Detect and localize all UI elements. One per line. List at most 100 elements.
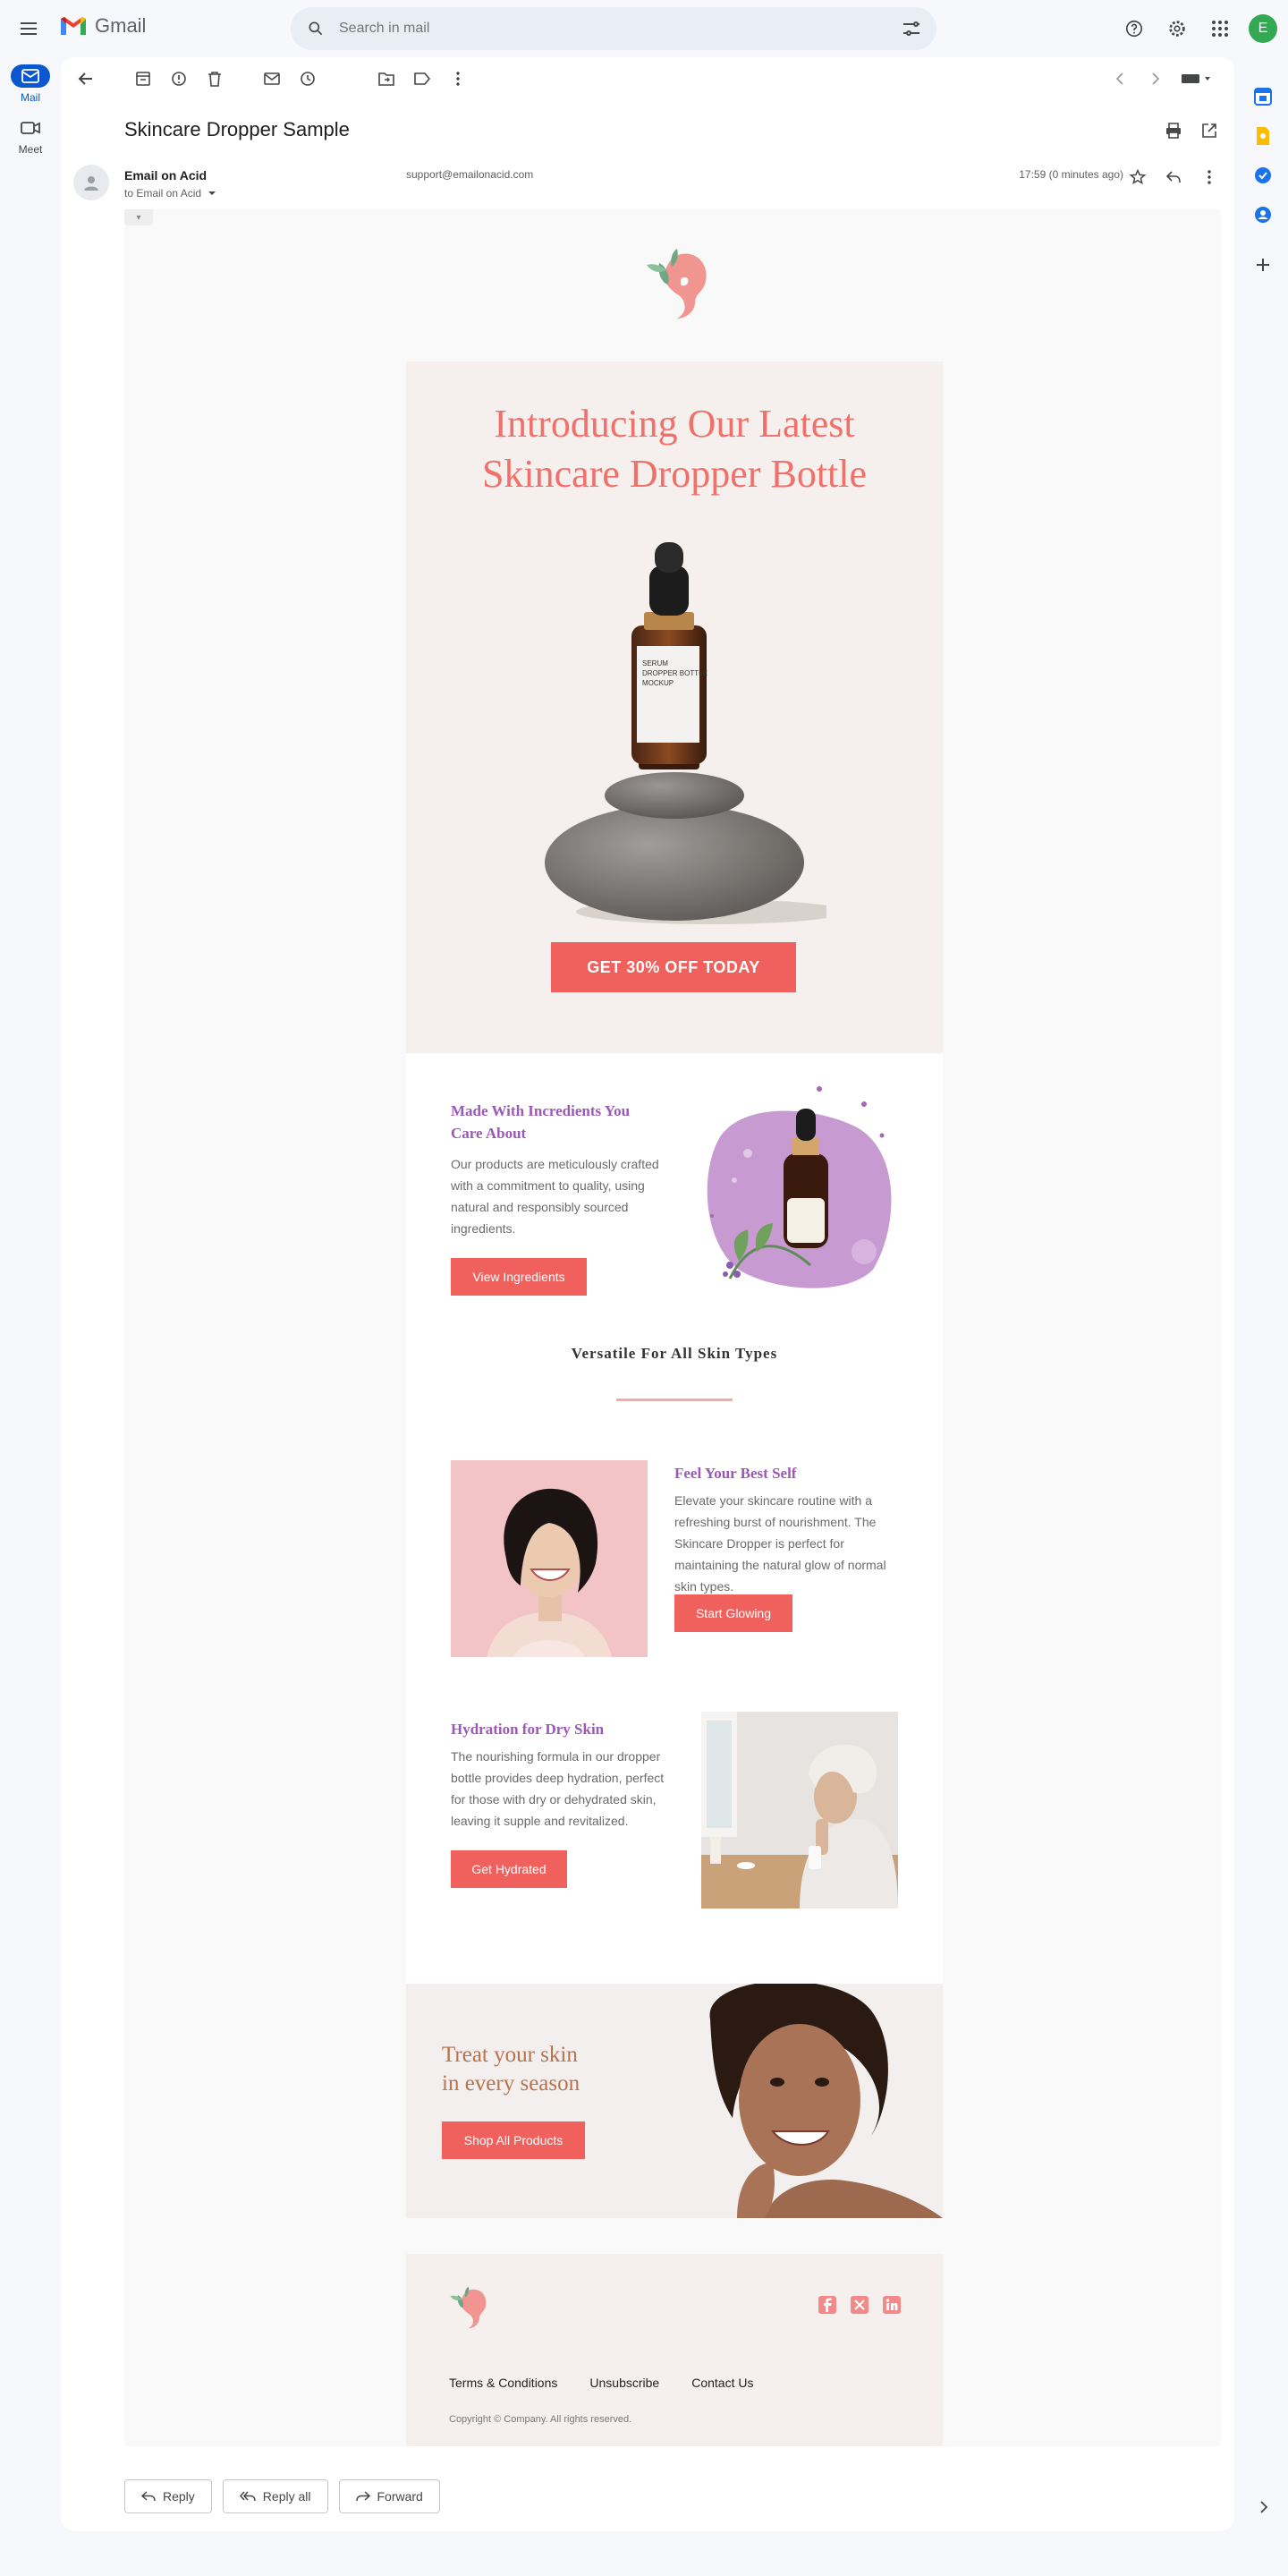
footer-links: Terms & Conditions Unsubscribe Contact U… xyxy=(449,2376,753,2390)
email-body: ▾ Introducing Our Latest Skincare Droppe… xyxy=(124,209,1221,2446)
message-subject: Skincare Dropper Sample xyxy=(124,118,350,140)
dropper-bottle-on-stones-image: SERUM DROPPER BOTTLE MOCKUP xyxy=(545,542,826,924)
facebook-icon[interactable] xyxy=(818,2295,837,2315)
top-bar: Gmail E xyxy=(0,0,1288,57)
input-tools-keyboard-icon[interactable] xyxy=(1174,61,1220,97)
search-bar[interactable] xyxy=(291,7,936,50)
reply-label: Reply xyxy=(163,2489,195,2504)
gmail-logo[interactable]: Gmail xyxy=(59,14,146,38)
reply-actions: Reply Reply all Forward xyxy=(124,2479,440,2513)
video-camera-icon xyxy=(11,116,50,140)
hydration-title: Hydration for Dry Skin xyxy=(451,1721,605,1738)
get-hydrated-button[interactable]: Get Hydrated xyxy=(451,1850,567,1888)
lavender-bottle-illustration xyxy=(707,1086,892,1288)
add-addon-icon[interactable] xyxy=(1252,254,1274,276)
search-input[interactable] xyxy=(339,21,876,37)
contact-us-link[interactable]: Contact Us xyxy=(691,2376,753,2390)
linkedin-icon[interactable] xyxy=(882,2295,902,2315)
newer-chevron-left-icon[interactable] xyxy=(1102,61,1138,97)
main-menu-icon[interactable] xyxy=(18,18,39,39)
keep-icon[interactable] xyxy=(1252,125,1274,147)
section-divider xyxy=(616,1399,733,1401)
get-30-off-button[interactable]: GET 30% OFF TODAY xyxy=(551,942,796,992)
ingredients-title-line2: Care About xyxy=(451,1125,527,1142)
filter-options-icon[interactable] xyxy=(901,18,922,39)
message-toolbar xyxy=(61,57,1234,100)
brand-logo xyxy=(406,236,943,326)
ingredients-title-line1: Made With Incredients You xyxy=(451,1102,631,1119)
archive-icon[interactable] xyxy=(125,61,161,97)
print-icon[interactable] xyxy=(1156,113,1191,149)
copyright-text: Copyright © Company. All rights reserved… xyxy=(449,2414,632,2425)
season-title-line2: in every season xyxy=(442,2071,580,2096)
left-nav: Mail Meet xyxy=(0,57,61,156)
face-leaf-logo-icon xyxy=(647,249,707,319)
forward-label: Forward xyxy=(377,2489,423,2504)
forward-button[interactable]: Forward xyxy=(338,2479,440,2513)
reply-all-icon xyxy=(239,2491,256,2502)
nav-meet[interactable]: Meet xyxy=(0,116,61,156)
tasks-icon[interactable] xyxy=(1252,165,1274,186)
more-options-icon[interactable] xyxy=(440,61,476,97)
google-apps-icon[interactable] xyxy=(1202,11,1238,47)
snooze-clock-icon[interactable] xyxy=(290,61,326,97)
mark-unread-icon[interactable] xyxy=(254,61,290,97)
older-chevron-right-icon[interactable] xyxy=(1138,61,1174,97)
sender-info: Email on Acid support@emailonacid.com xyxy=(124,168,533,183)
hero-title-line1: Introducing Our Latest xyxy=(494,402,855,446)
help-icon[interactable] xyxy=(1116,11,1152,47)
versatile-title: Versatile For All Skin Types xyxy=(571,1345,778,1362)
label-tag-icon[interactable] xyxy=(404,61,440,97)
nav-mail[interactable]: Mail xyxy=(0,64,61,104)
message-panel: Skincare Dropper Sample Email on Acid su… xyxy=(61,57,1234,2531)
feel-text: Elevate your skincare routine with a ref… xyxy=(674,1493,886,1594)
bottle-label-line1: SERUM xyxy=(642,659,668,667)
smiling-woman-photo xyxy=(451,1460,648,1657)
contacts-icon[interactable] xyxy=(1252,204,1274,225)
feel-title: Feel Your Best Self xyxy=(674,1465,797,1482)
season-title-line1: Treat your skin xyxy=(442,2043,578,2067)
star-icon[interactable] xyxy=(1120,159,1156,195)
settings-gear-icon[interactable] xyxy=(1159,11,1195,47)
report-spam-icon[interactable] xyxy=(161,61,197,97)
search-icon[interactable] xyxy=(307,20,325,38)
calendar-icon[interactable] xyxy=(1252,86,1274,107)
person-icon xyxy=(84,176,98,191)
nav-mail-label: Mail xyxy=(20,91,40,104)
nav-meet-label: Meet xyxy=(18,143,43,156)
account-avatar[interactable]: E xyxy=(1249,14,1277,43)
unsubscribe-link[interactable]: Unsubscribe xyxy=(589,2376,659,2390)
footer-logo-icon xyxy=(450,2286,487,2329)
mail-icon xyxy=(11,64,50,88)
email-footer: Terms & Conditions Unsubscribe Contact U… xyxy=(406,2254,943,2446)
message-timestamp: 17:59 (0 minutes ago) xyxy=(1019,168,1123,181)
sender-avatar[interactable] xyxy=(73,165,109,200)
expand-side-panel-icon[interactable] xyxy=(1259,2501,1268,2518)
gmail-m-icon xyxy=(61,17,86,35)
open-in-new-window-icon[interactable] xyxy=(1191,113,1227,149)
reply-arrow-icon[interactable] xyxy=(1156,159,1191,195)
delete-trash-icon[interactable] xyxy=(197,61,233,97)
x-twitter-icon[interactable] xyxy=(850,2295,869,2315)
terms-link[interactable]: Terms & Conditions xyxy=(449,2376,557,2390)
season-banner: Treat your skin in every season Shop All… xyxy=(406,1984,943,2218)
start-glowing-button[interactable]: Start Glowing xyxy=(674,1594,792,1632)
reply-all-label: Reply all xyxy=(262,2489,311,2504)
reply-button[interactable]: Reply xyxy=(124,2479,212,2513)
shop-all-products-button[interactable]: Shop All Products xyxy=(442,2121,585,2159)
recipient-line[interactable]: to Email on Acid xyxy=(124,187,216,200)
collapse-tab-icon[interactable]: ▾ xyxy=(124,209,153,225)
woman-with-towel-photo xyxy=(701,1712,898,1909)
sender-name[interactable]: Email on Acid xyxy=(124,168,207,183)
view-ingredients-button[interactable]: View Ingredients xyxy=(451,1258,587,1296)
ingredients-text: Our products are meticulously crafted wi… xyxy=(451,1157,659,1236)
bottle-label-line2: DROPPER BOTTLE xyxy=(642,669,708,677)
show-details-dropdown-icon[interactable] xyxy=(208,190,216,197)
move-to-folder-icon[interactable] xyxy=(369,61,404,97)
season-title: Treat your skin in every season xyxy=(442,2041,580,2098)
message-more-options-icon[interactable] xyxy=(1191,159,1227,195)
app-name: Gmail xyxy=(95,14,147,37)
back-arrow-icon[interactable] xyxy=(68,61,104,97)
reply-all-button[interactable]: Reply all xyxy=(222,2479,328,2513)
recipient-text: to Email on Acid xyxy=(124,187,202,200)
